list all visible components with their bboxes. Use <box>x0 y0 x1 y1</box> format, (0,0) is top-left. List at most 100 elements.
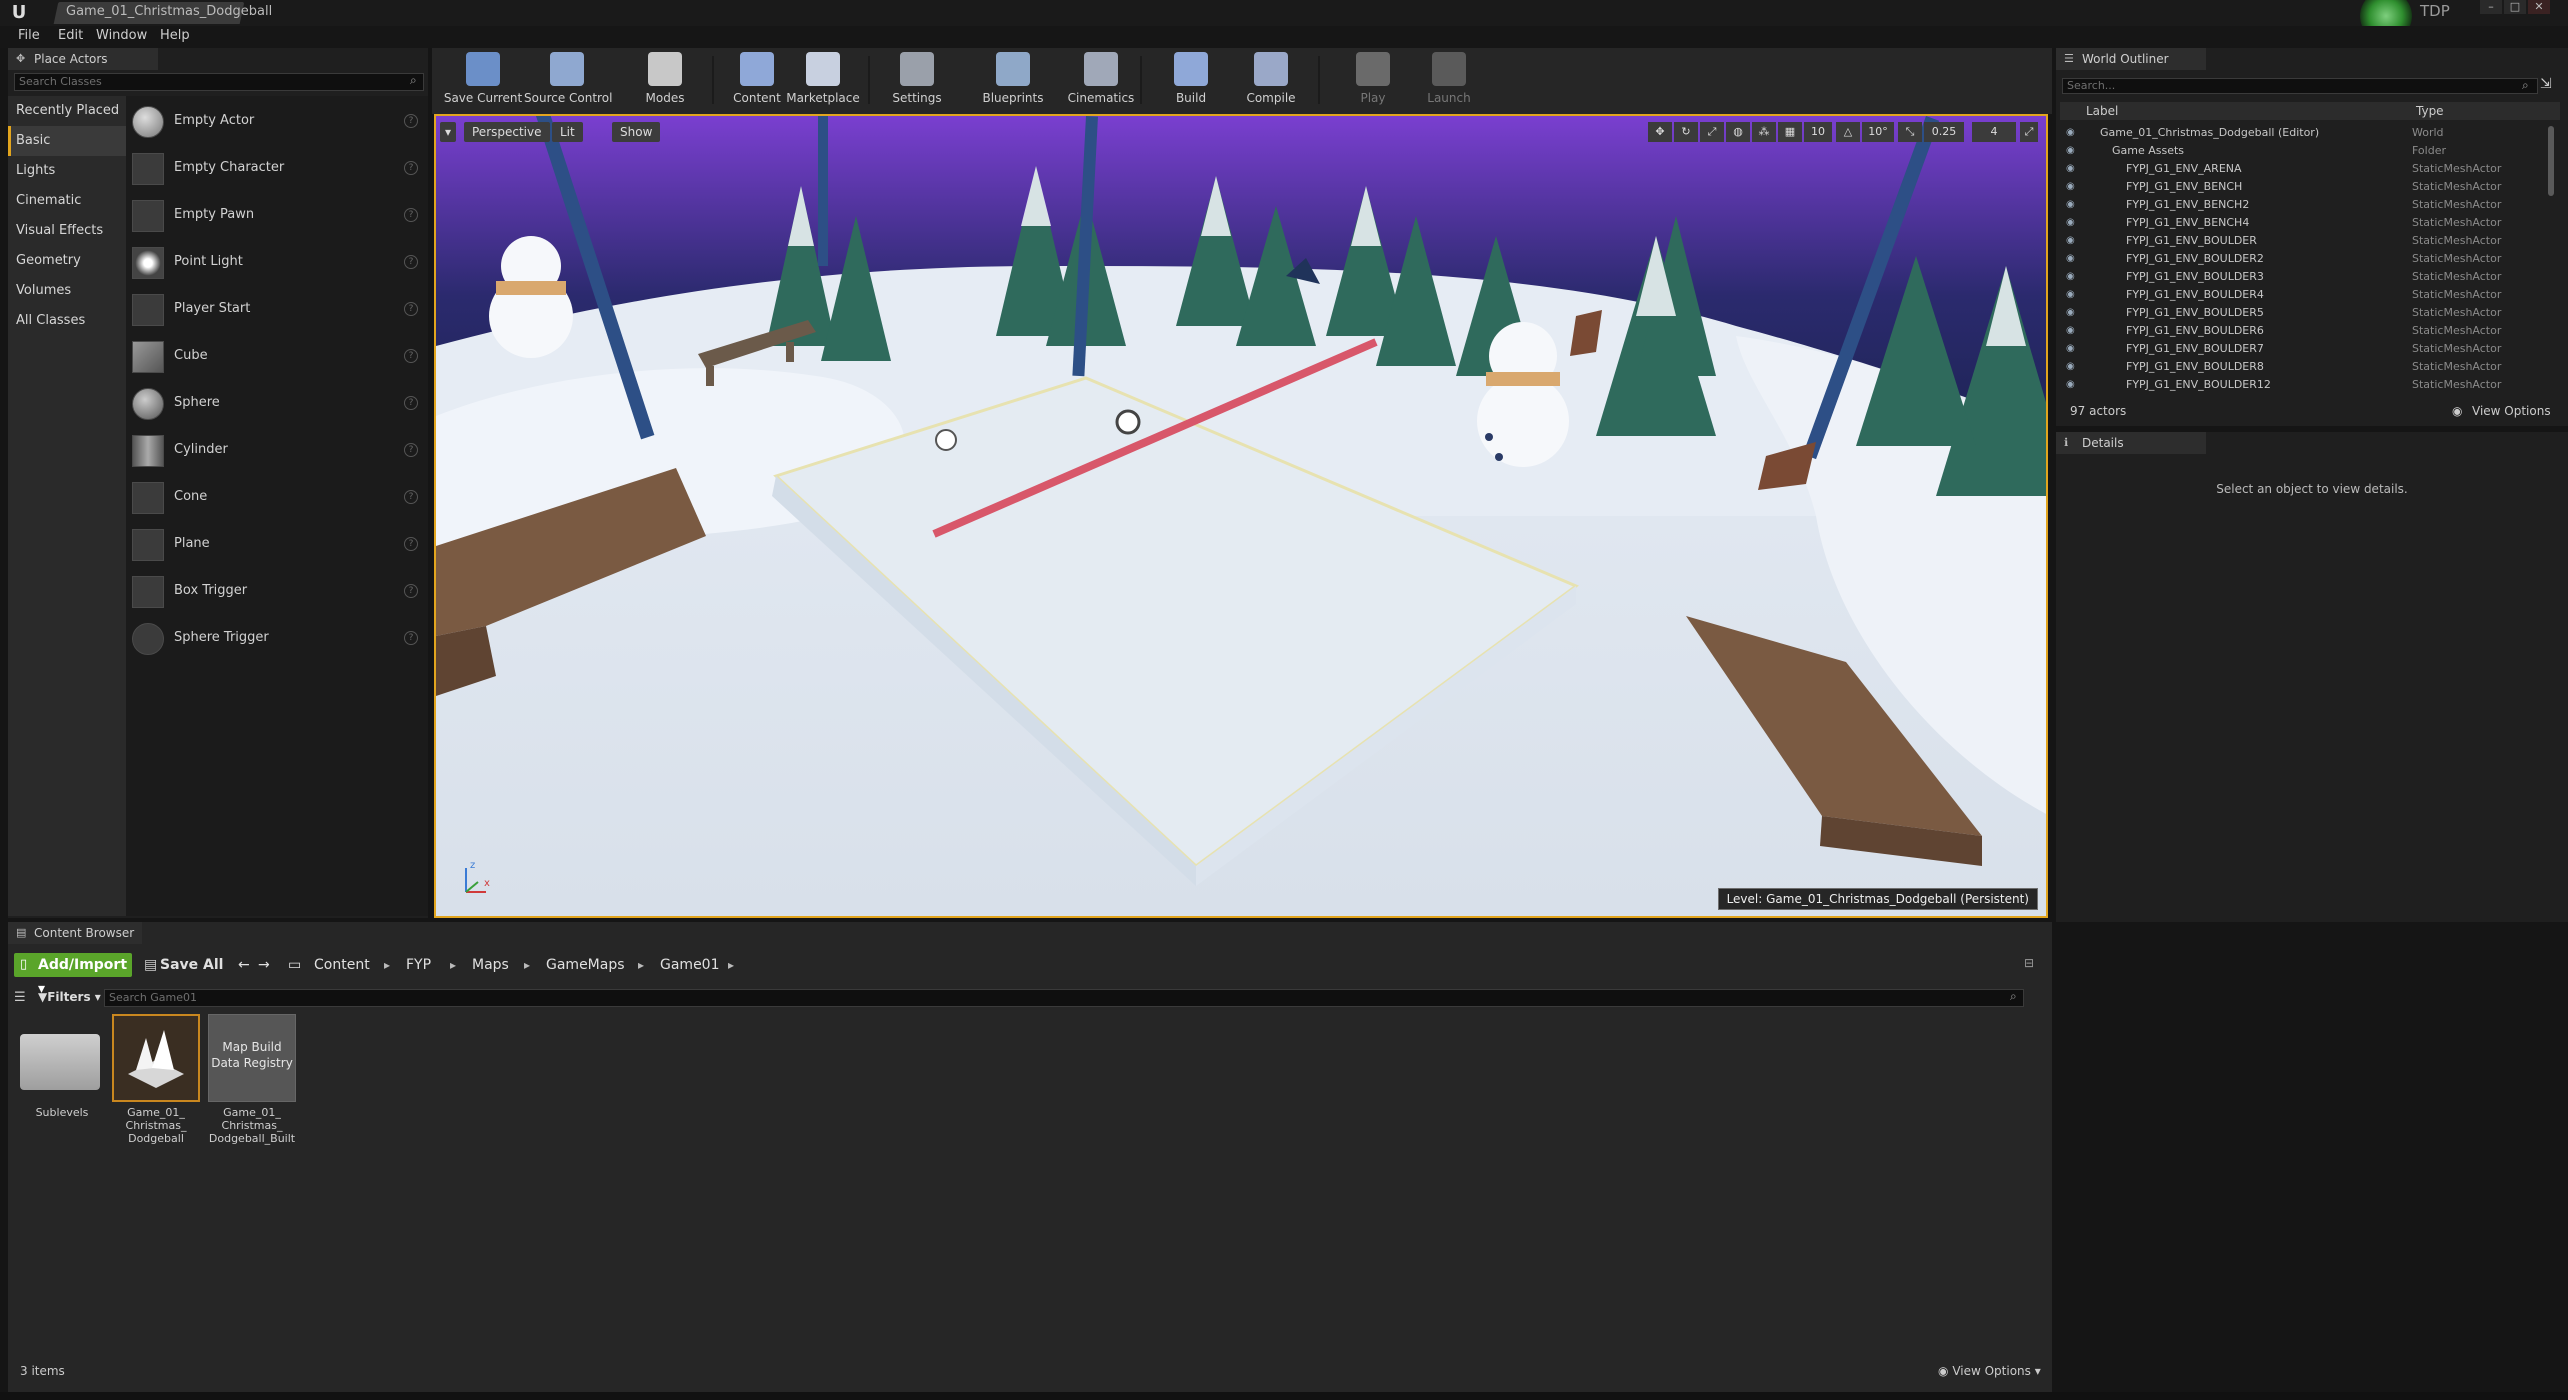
content-search-input[interactable]: Search Game01 <box>104 989 2024 1007</box>
asset-tile-level[interactable] <box>112 1014 200 1102</box>
help-icon[interactable]: ? <box>404 396 418 410</box>
help-icon[interactable]: ? <box>404 114 418 128</box>
visibility-eye-icon[interactable]: ◉ <box>2066 196 2075 214</box>
scale-snap-icon[interactable]: ⤡ <box>1898 122 1922 142</box>
actor-item[interactable]: Point Light? <box>132 241 424 285</box>
maximize-icon[interactable]: □ <box>2504 0 2526 14</box>
outliner-actor-row[interactable]: ◉ FYPJ_G1_ENV_BOULDER2 StaticMeshActor <box>2060 250 2550 268</box>
breadcrumb-separator-icon[interactable]: ▸ <box>450 953 456 977</box>
category-recently-placed[interactable]: Recently Placed <box>8 96 126 126</box>
search-icon[interactable]: ⌕ <box>2522 78 2529 93</box>
tab-place-actors[interactable]: ✥ Place Actors <box>8 48 158 70</box>
toolbar-cinematics-button[interactable]: Cinematics <box>1058 48 1144 108</box>
toolbar-marketplace-button[interactable]: Marketplace <box>780 48 866 108</box>
actor-item[interactable]: Sphere? <box>132 382 424 426</box>
visibility-eye-icon[interactable]: ◉ <box>2066 340 2075 358</box>
tab-world-outliner[interactable]: ☰ World Outliner <box>2056 48 2206 70</box>
help-icon[interactable]: ? <box>404 443 418 457</box>
category-lights[interactable]: Lights <box>8 156 126 186</box>
scale-icon[interactable]: ⤢ <box>1700 122 1724 142</box>
toolbar-blueprints-button[interactable]: Blueprints <box>970 48 1056 108</box>
menu-file[interactable]: File <box>18 28 40 43</box>
grid-snap-value[interactable]: 10 <box>1804 122 1832 142</box>
category-visual-effects[interactable]: Visual Effects <box>8 216 126 246</box>
toolbar-settings-button[interactable]: Settings <box>874 48 960 108</box>
actor-item[interactable]: Plane? <box>132 523 424 567</box>
viewport-options-button[interactable]: ▾ <box>440 122 456 142</box>
search-icon[interactable]: ⌕ <box>2010 989 2017 1004</box>
visibility-eye-icon[interactable]: ◉ <box>2066 286 2075 304</box>
visibility-eye-icon[interactable]: ◉ <box>2066 322 2075 340</box>
unreal-logo-icon[interactable]: U <box>8 2 30 24</box>
column-type[interactable]: Type <box>2416 104 2444 118</box>
actor-item[interactable]: Cylinder? <box>132 429 424 473</box>
lock-icon[interactable]: ⊟ <box>2024 956 2034 970</box>
lit-button[interactable]: Lit <box>552 122 583 142</box>
breadcrumb-item[interactable]: Game01 <box>660 953 720 977</box>
toolbar-source-control-button[interactable]: Source Control <box>524 48 612 108</box>
category-cinematic[interactable]: Cinematic <box>8 186 126 216</box>
column-label[interactable]: Label <box>2086 104 2118 118</box>
help-icon[interactable]: ? <box>404 537 418 551</box>
visibility-eye-icon[interactable]: ◉ <box>2066 250 2075 268</box>
perspective-button[interactable]: Perspective <box>464 122 550 142</box>
rotate-icon[interactable]: ↻ <box>1674 122 1698 142</box>
help-icon[interactable]: ? <box>404 490 418 504</box>
visibility-eye-icon[interactable]: ◉ <box>2066 268 2075 286</box>
category-geometry[interactable]: Geometry <box>8 246 126 276</box>
actor-item[interactable]: Player Start? <box>132 288 424 332</box>
tab-details[interactable]: ℹ Details <box>2056 432 2206 454</box>
actor-item[interactable]: Cube? <box>132 335 424 379</box>
asset-tile-build-data[interactable]: Map Build Data Registry <box>208 1014 296 1102</box>
tab-content-browser[interactable]: ▤ Content Browser <box>8 922 142 944</box>
breadcrumb-separator-icon[interactable]: ▸ <box>728 953 734 977</box>
outliner-actor-row[interactable]: ◉ FYPJ_G1_ENV_BOULDER8 StaticMeshActor <box>2060 358 2550 376</box>
toolbar-modes-button[interactable]: Modes <box>622 48 708 108</box>
help-icon[interactable]: ? <box>404 208 418 222</box>
outliner-actor-row[interactable]: ◉ FYPJ_G1_ENV_BENCH2 StaticMeshActor <box>2060 196 2550 214</box>
outliner-actor-row[interactable]: ◉ FYPJ_G1_ENV_ARENA StaticMeshActor <box>2060 160 2550 178</box>
actor-item[interactable]: Empty Character? <box>132 147 424 191</box>
visibility-eye-icon[interactable]: ◉ <box>2066 124 2075 142</box>
add-import-button[interactable]: ▯ Add/Import ▾ <box>14 953 132 997</box>
visibility-eye-icon[interactable]: ◉ <box>2066 376 2075 394</box>
outliner-scrollbar[interactable] <box>2548 126 2554 196</box>
help-icon[interactable]: ? <box>404 161 418 175</box>
actor-item[interactable]: Cone? <box>132 476 424 520</box>
category-all-classes[interactable]: All Classes <box>8 306 126 336</box>
help-icon[interactable]: ? <box>404 349 418 363</box>
help-icon[interactable]: ? <box>404 631 418 645</box>
surface-snap-icon[interactable]: ⁂ <box>1752 122 1776 142</box>
grid-snap-icon[interactable]: ▦ <box>1778 122 1802 142</box>
breadcrumb-separator-icon[interactable]: ▸ <box>524 953 530 977</box>
filters-button[interactable]: ▼Filters ▾ <box>38 990 101 1004</box>
outliner-actor-row[interactable]: ◉ FYPJ_G1_ENV_BENCH4 StaticMeshActor <box>2060 214 2550 232</box>
outliner-actor-row[interactable]: ◉ FYPJ_G1_ENV_BOULDER3 StaticMeshActor <box>2060 268 2550 286</box>
save-all-button[interactable]: Save All <box>160 953 223 977</box>
breadcrumb-item[interactable]: Maps <box>472 953 509 977</box>
camera-speed-value[interactable]: 4 <box>1972 122 2016 142</box>
visibility-eye-icon[interactable]: ◉ <box>2066 160 2075 178</box>
toolbar-compile-button[interactable]: Compile <box>1228 48 1314 108</box>
help-icon[interactable]: ? <box>404 255 418 269</box>
visibility-eye-icon[interactable]: ◉ <box>2066 214 2075 232</box>
outliner-actor-row[interactable]: ◉ FYPJ_G1_ENV_BOULDER12 StaticMeshActor <box>2060 376 2550 394</box>
toolbar-save-current-button[interactable]: Save Current <box>440 48 526 108</box>
menu-window[interactable]: Window <box>96 28 147 43</box>
actor-item[interactable]: Box Trigger? <box>132 570 424 614</box>
search-icon[interactable]: ⌕ <box>410 73 424 87</box>
outliner-actor-row[interactable]: ◉ FYPJ_G1_ENV_BOULDER StaticMeshActor <box>2060 232 2550 250</box>
search-classes-input[interactable]: Search Classes <box>14 73 424 91</box>
add-filter-icon[interactable]: ⇲ <box>2540 76 2560 96</box>
translate-icon[interactable]: ✥ <box>1648 122 1672 142</box>
visibility-eye-icon[interactable]: ◉ <box>2066 358 2075 376</box>
maximize-viewport-icon[interactable]: ⤢ <box>2020 122 2038 142</box>
category-basic[interactable]: Basic <box>8 126 126 156</box>
outliner-folder-row[interactable]: ◉ Game Assets Folder <box>2060 142 2550 160</box>
visibility-eye-icon[interactable]: ◉ <box>2066 142 2075 160</box>
close-icon[interactable]: ✕ <box>2528 0 2550 14</box>
level-viewport[interactable]: ▾ Perspective Lit Show ✥ ↻ ⤢ ◍ ⁂ ▦ 10 △ … <box>434 114 2048 918</box>
minimize-icon[interactable]: – <box>2480 0 2502 14</box>
world-space-icon[interactable]: ◍ <box>1726 122 1750 142</box>
menu-help[interactable]: Help <box>160 28 190 43</box>
